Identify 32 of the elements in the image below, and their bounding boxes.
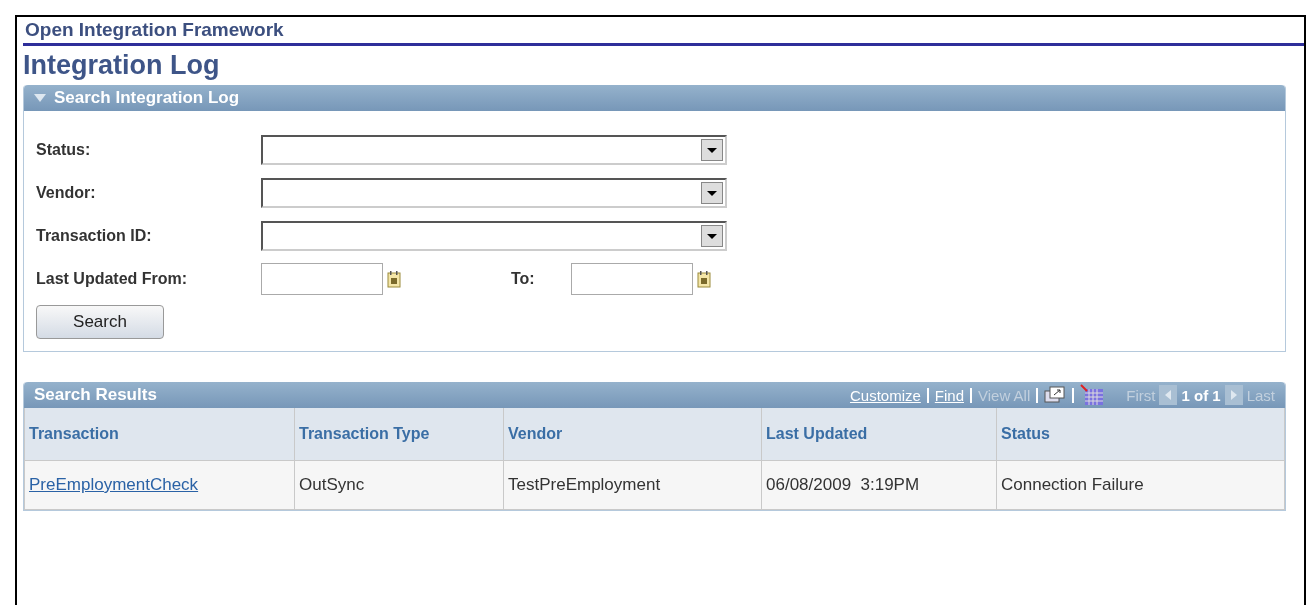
search-button[interactable]: Search	[36, 305, 164, 339]
table-cell: TestPreEmployment	[503, 460, 762, 510]
field-label: To:	[511, 270, 536, 288]
table-cell: OutSync	[294, 460, 504, 510]
dropdown-field[interactable]	[261, 135, 727, 165]
field-label: Status:	[36, 141, 92, 159]
table-cell: 06/08/2009 3:19PM	[761, 460, 997, 510]
column-header[interactable]: Vendor	[503, 408, 762, 461]
grid-icon[interactable]	[1080, 384, 1105, 406]
page-title: Integration Log	[23, 49, 221, 82]
customize-link[interactable]: Customize	[849, 386, 921, 404]
dropdown-field[interactable]	[261, 221, 727, 251]
field-label: Last Updated From:	[36, 270, 189, 288]
column-header[interactable]: Transaction Type	[294, 408, 504, 461]
column-header[interactable]: Status	[996, 408, 1285, 461]
date-field[interactable]	[261, 263, 383, 295]
panel-title: Search Integration Log	[54, 88, 240, 108]
calendar-icon[interactable]	[387, 270, 401, 288]
table-cell: Connection Failure	[996, 460, 1285, 510]
find-link[interactable]: Find	[934, 386, 964, 404]
panel-title: Search Results	[34, 385, 157, 405]
calendar-icon[interactable]	[697, 270, 711, 288]
dropdown-field[interactable]	[261, 178, 727, 208]
column-header[interactable]: Last Updated	[761, 408, 997, 461]
date-field[interactable]	[571, 263, 693, 295]
new-window-icon[interactable]	[1044, 386, 1067, 404]
page-info: 1 of 1	[1181, 386, 1221, 404]
column-header[interactable]: Transaction	[24, 408, 295, 461]
field-label: Vendor:	[36, 184, 97, 202]
panel-header[interactable]: Search Integration Log	[24, 85, 1285, 111]
header-title: Open Integration Framework	[23, 17, 1304, 46]
field-label: Transaction ID:	[36, 227, 153, 245]
